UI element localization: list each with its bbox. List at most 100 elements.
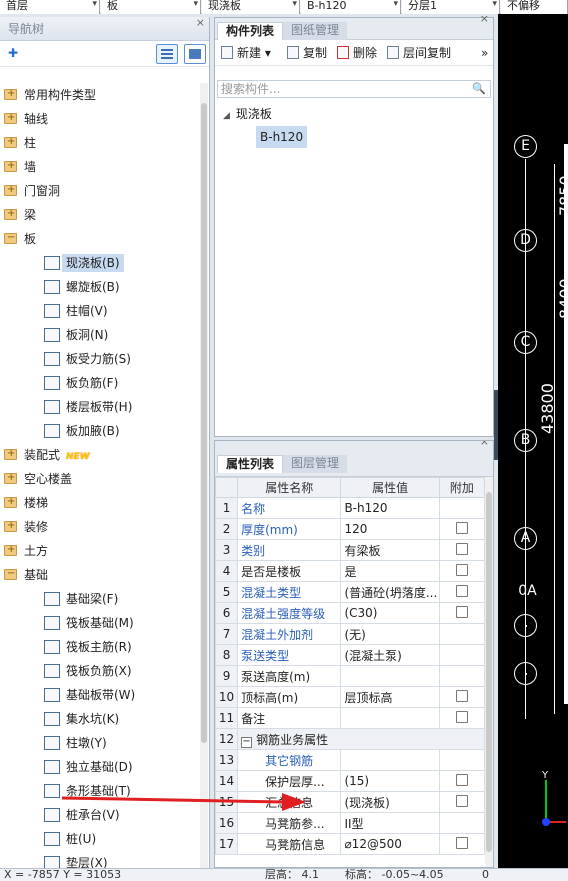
nav-tree-child[interactable]: 板负筋(F) [0,371,200,395]
property-value[interactable]: (现浇板) [340,791,440,813]
nav-tree-child[interactable]: 板加腋(B) [0,419,200,443]
add-icon[interactable]: ✚ [8,46,18,60]
nav-tree-child[interactable]: 筏板基础(M) [0,611,200,635]
folder-icon[interactable] [4,538,17,562]
property-row[interactable]: 10 顶标高(m) 层顶标高 [215,686,486,708]
delete-button[interactable]: 删除 [337,40,377,66]
scroll-thumb[interactable] [486,492,492,852]
property-value[interactable]: (C30) [340,602,440,624]
extra-checkbox[interactable] [455,794,468,807]
component-item[interactable]: B-h120 [256,126,308,148]
extra-checkbox[interactable] [455,542,468,555]
nav-tree-folder[interactable]: 梁 [0,202,200,227]
property-value[interactable]: 有梁板 [340,539,440,561]
folder-icon[interactable] [4,202,17,226]
property-value[interactable] [340,749,440,771]
nav-tree-child[interactable]: 现浇板(B) [0,251,200,275]
nav-tree-child[interactable]: 基础梁(F) [0,587,200,611]
nav-tree-child[interactable]: 集水坑(K) [0,707,200,731]
close-icon[interactable]: × [480,12,489,25]
component-group[interactable]: ◢ 现浇板 [223,104,272,124]
property-row[interactable]: 5 混凝土类型 (普通砼(坍落度... [215,581,486,603]
property-row[interactable]: 2 厚度(mm) 120 [215,518,486,540]
extra-checkbox[interactable] [455,584,468,597]
property-value[interactable]: II型 [340,812,440,834]
nav-tree-child[interactable]: 筏板负筋(X) [0,659,200,683]
property-row[interactable]: 11 备注 [215,707,486,729]
property-row[interactable]: 3 类别 有梁板 [215,539,486,561]
close-icon[interactable]: × [196,11,205,35]
tab-layer-management[interactable]: 图层管理 [283,455,348,473]
folder-icon[interactable] [4,82,17,106]
nav-tree-folder[interactable]: 楼梯 [0,490,200,515]
property-row[interactable]: 13 其它钢筋 [215,749,486,771]
folder-icon[interactable] [4,154,17,178]
nav-tree-child[interactable]: 楼层板带(H) [0,395,200,419]
nav-tree-child[interactable]: 基础板带(W) [0,683,200,707]
grid-view-button[interactable] [184,44,206,64]
nav-tree-folder[interactable]: 柱 [0,130,200,155]
extra-checkbox[interactable] [455,836,468,849]
property-row[interactable]: 12− 钢筋业务属性 [215,728,485,750]
property-value[interactable]: 120 [340,518,440,540]
property-value[interactable]: (普通砼(坍落度... [340,581,440,603]
close-icon[interactable]: × [480,441,489,448]
nav-tree-child[interactable]: 独立基础(D) [0,755,200,779]
more-icon[interactable]: » [481,40,488,66]
list-view-button[interactable] [156,44,178,64]
property-row[interactable]: 9 泵送高度(m) [215,665,486,687]
extra-checkbox[interactable] [455,563,468,576]
category-select[interactable]: 板 ▾ [101,0,201,14]
nav-tree-folder[interactable]: 土方 [0,538,200,563]
search-icon[interactable]: 🔍 [472,81,486,97]
nav-tree-folder[interactable]: 装修 [0,514,200,539]
folder-icon[interactable] [4,442,17,466]
property-row[interactable]: 6 混凝土强度等级 (C30) [215,602,486,624]
nav-tree-folder[interactable]: 门窗洞 [0,178,200,203]
extra-checkbox[interactable] [455,521,468,534]
collapse-icon[interactable]: − [241,736,253,748]
extra-checkbox[interactable] [455,773,468,786]
nav-tree-child[interactable]: 桩(U) [0,827,200,851]
nav-tree-folder[interactable]: 装配式 NEW [0,442,200,467]
nav-tree-folder[interactable]: 墙 [0,154,200,179]
floor-copy-button[interactable]: 层间复制 [387,40,451,66]
type-select[interactable]: 现浇板 ▾ [202,0,300,14]
scroll-thumb[interactable] [201,103,207,743]
property-value[interactable] [340,665,440,687]
nav-tree-folder[interactable]: 轴线 [0,106,200,131]
property-value[interactable]: ⌀12@500 [340,833,440,855]
nav-tree-folder[interactable]: 空心楼盖 [0,466,200,491]
tab-drawing-management[interactable]: 图纸管理 [283,22,348,40]
nav-tree-child[interactable]: 板受力筋(S) [0,347,200,371]
property-row[interactable]: 7 混凝土外加剂 (无) [215,623,486,645]
nav-tree-child[interactable]: 柱墩(Y) [0,731,200,755]
folder-icon[interactable] [4,226,17,250]
folder-icon[interactable] [4,106,17,130]
folder-icon[interactable] [4,562,17,586]
property-row[interactable]: 17 马凳筋信息 ⌀12@500 [215,833,486,855]
nav-tree-child[interactable]: 筏板主筋(R) [0,635,200,659]
tab-component-list[interactable]: 构件列表 [217,22,284,40]
nav-tree-folder[interactable]: 常用构件类型 [0,82,200,107]
folder-icon[interactable] [4,178,17,202]
nav-tree-folder[interactable]: 基础 [0,562,200,587]
offset-select[interactable]: 不偏移 [501,0,568,14]
property-value[interactable]: B-h120 [340,497,440,519]
property-row[interactable]: 8 泵送类型 (混凝土泵) [215,644,486,666]
extra-checkbox[interactable] [455,689,468,702]
folder-icon[interactable] [4,130,17,154]
property-row[interactable]: 4 是否是楼板 是 [215,560,486,582]
nav-tree-child[interactable]: 螺旋板(B) [0,275,200,299]
folder-icon[interactable] [4,466,17,490]
new-button[interactable]: 新建 ▾ [221,40,271,66]
tab-property-list[interactable]: 属性列表 [217,455,284,473]
property-row[interactable]: 1 名称 B-h120 [215,497,486,519]
extra-checkbox[interactable] [455,710,468,723]
copy-button[interactable]: 复制 [287,40,327,66]
floor-select[interactable]: 首层 ▾ [0,0,100,14]
folder-icon[interactable] [4,514,17,538]
cad-canvas[interactable]: E D C B A 0A 7850 8400 43800 Y [498,14,568,868]
nav-scrollbar[interactable] [200,83,208,868]
nav-tree-child[interactable]: 板洞(N) [0,323,200,347]
